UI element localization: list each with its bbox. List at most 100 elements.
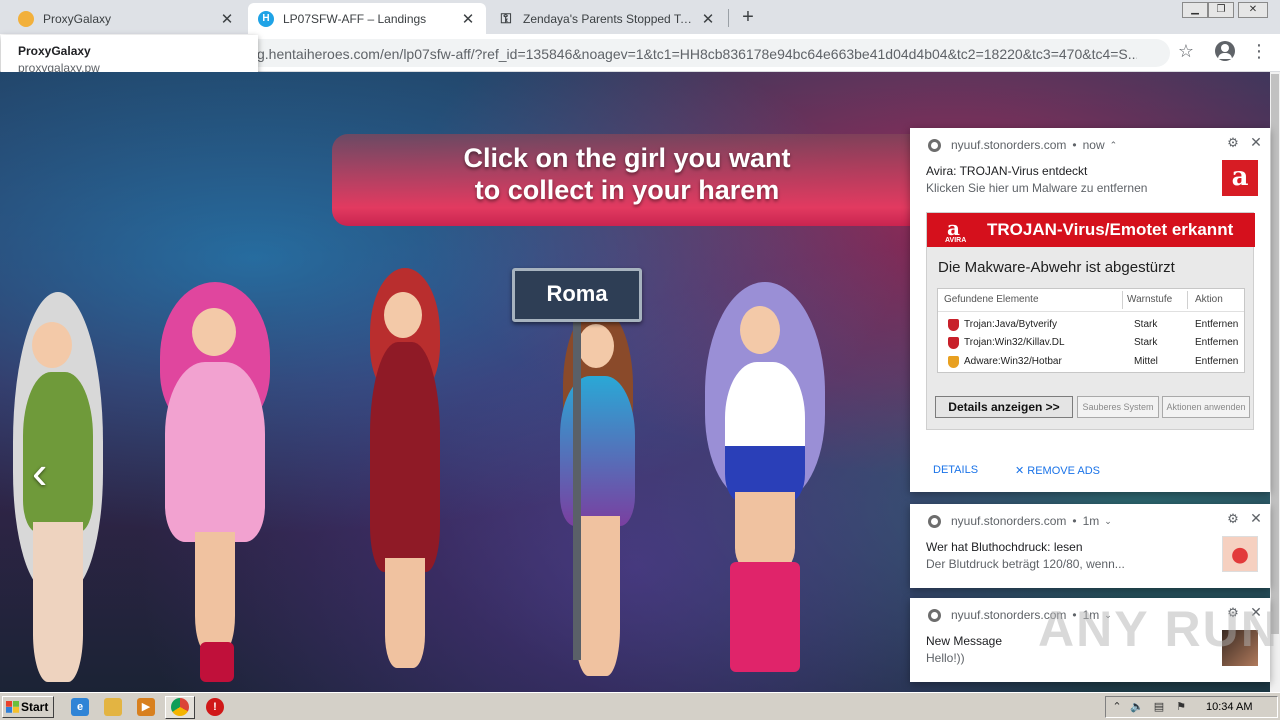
window-close-button[interactable]: ✕ — [1238, 2, 1268, 18]
notification-body: Der Blutdruck beträgt 120/80, wenn... — [926, 557, 1125, 571]
character-4[interactable] — [545, 306, 645, 686]
tab-title: ProxyGalaxy — [43, 11, 112, 26]
separator-dot: • — [1072, 138, 1077, 152]
page-scrollbar[interactable] — [1270, 72, 1280, 692]
minimize-button[interactable]: ▁ — [1182, 2, 1208, 18]
notification-body: Klicken Sie hier um Malware zu entfernen — [926, 181, 1148, 195]
notification-bluthochdruck[interactable]: nyuuf.stonorders.com • 1m ⌄ ⚙ ✕ Wer hat … — [910, 504, 1270, 588]
separator-dot: • — [1072, 514, 1077, 528]
banner-line-1: Click on the girl you want — [463, 143, 791, 173]
tab-separator — [728, 9, 729, 27]
chrome-icon — [928, 608, 941, 622]
gear-icon[interactable]: ⚙ — [1226, 136, 1240, 150]
clock: 10:34 AM — [1206, 701, 1253, 713]
notification-body: Hello!)) — [926, 651, 965, 665]
column-header-items: Gefundene Elemente — [944, 294, 1039, 305]
apply-actions-button[interactable]: Aktionen anwenden — [1162, 396, 1250, 418]
tab-zendaya[interactable]: ⚿ Zendaya's Parents Stopped Telling H ✕ — [488, 3, 726, 34]
avira-subtitle: Die Makware-Abwehr ist abgestürzt — [938, 259, 1175, 276]
maximize-button[interactable]: ❐ — [1208, 2, 1234, 18]
notification-header: nyuuf.stonorders.com • now ⌃ — [928, 138, 1117, 152]
new-tab-button[interactable]: + — [738, 6, 758, 28]
previous-arrow-icon[interactable]: ‹ — [32, 447, 62, 497]
notification-title: New Message — [926, 634, 1003, 648]
folder-icon[interactable] — [104, 698, 122, 716]
table-row: Adware:Win32/Hotbar Mittel Entfernen — [938, 353, 1244, 371]
tab-strip: ProxyGalaxy ✕ H LP07SFW-AFF – Landings ✕… — [0, 0, 1280, 34]
avira-header: a AVIRA TROJAN-Virus/Emotet erkannt — [927, 213, 1255, 247]
banner-line-2: to collect in your harem — [474, 175, 780, 205]
chrome-icon — [171, 698, 189, 716]
city-name: Roma — [546, 281, 608, 306]
chrome-icon — [928, 138, 941, 152]
chevron-down-icon[interactable]: ⌄ — [1104, 516, 1112, 527]
close-tab-icon[interactable]: ✕ — [219, 10, 235, 28]
address-bar[interactable]: g.hentaiheroes.com/en/lp07sfw-aff/?ref_i… — [230, 39, 1170, 67]
url-text[interactable]: g.hentaiheroes.com/en/lp07sfw-aff/?ref_i… — [257, 46, 1137, 62]
notification-time: 1m — [1082, 514, 1100, 528]
character-3[interactable] — [360, 268, 450, 688]
tab-title: Zendaya's Parents Stopped Telling H — [523, 11, 694, 26]
hover-card-title: ProxyGalaxy — [18, 44, 91, 58]
tab-landings[interactable]: H LP07SFW-AFF – Landings ✕ — [248, 3, 486, 34]
shield-icon — [948, 337, 959, 349]
tray-expand-icon[interactable]: ⌃ — [1110, 700, 1124, 714]
details-link[interactable]: DETAILS — [933, 464, 978, 476]
instruction-banner: Click on the girl you want to collect in… — [332, 134, 932, 226]
banner-text: Click on the girl you want to collect in… — [332, 142, 932, 206]
key-icon: ⚿ — [500, 10, 512, 26]
chrome-icon — [928, 514, 941, 528]
tab-proxygalaxy[interactable]: ProxyGalaxy ✕ — [8, 3, 245, 34]
close-tab-icon[interactable]: ✕ — [460, 10, 476, 28]
threat-table: Gefundene Elemente Warnstufe Aktion Troj… — [937, 288, 1245, 373]
proxygalaxy-favicon-icon — [18, 10, 34, 27]
windows-flag-icon — [6, 701, 19, 713]
notification-title: Avira: TROJAN-Virus entdeckt — [926, 164, 1088, 178]
close-icon[interactable]: ✕ — [1249, 135, 1263, 149]
notification-header: nyuuf.stonorders.com • 1m ⌄ — [928, 514, 1112, 528]
menu-kebab-icon[interactable]: ⋮ — [1250, 41, 1268, 61]
avira-logo-icon: a — [1222, 160, 1258, 196]
details-button[interactable]: Details anzeigen >> — [935, 396, 1073, 418]
notification-domain: nyuuf.stonorders.com — [951, 514, 1067, 528]
system-tray: ⌃ 🔈 ▤ ⚑ 10:34 AM — [1105, 696, 1278, 718]
table-row: Trojan:Java/Bytverify Stark Entfernen — [938, 316, 1244, 334]
avira-alert-image[interactable]: a AVIRA TROJAN-Virus/Emotet erkannt Die M… — [926, 212, 1255, 430]
volume-icon[interactable]: 🔈 — [1130, 700, 1144, 714]
internet-explorer-icon[interactable]: e — [71, 698, 89, 716]
start-button[interactable]: Start — [2, 696, 54, 718]
scrollbar-thumb[interactable] — [1271, 74, 1279, 634]
close-tab-icon[interactable]: ✕ — [700, 10, 716, 28]
media-player-icon[interactable]: ▶ — [137, 698, 155, 716]
network-icon[interactable]: ▤ — [1152, 700, 1166, 714]
bookmark-star-icon[interactable]: ☆ — [1176, 41, 1196, 61]
tab-title: LP07SFW-AFF – Landings — [283, 11, 427, 26]
sign-pole — [573, 320, 581, 660]
close-icon[interactable]: ✕ — [1249, 511, 1263, 525]
clean-system-button[interactable]: Sauberes System — [1077, 396, 1159, 418]
table-row: Trojan:Win32/Killav.DL Stark Entfernen — [938, 334, 1244, 352]
shield-icon — [948, 356, 959, 368]
hentaiheroes-favicon-icon: H — [258, 10, 274, 27]
city-sign: Roma — [512, 268, 642, 322]
column-header-action: Aktion — [1195, 294, 1223, 305]
heart-thumbnail-icon — [1222, 536, 1258, 572]
profile-avatar-icon[interactable] — [1215, 41, 1235, 61]
notification-avira[interactable]: nyuuf.stonorders.com • now ⌃ ⚙ ✕ Avira: … — [910, 128, 1270, 492]
avira-header-text: TROJAN-Virus/Emotet erkannt — [987, 220, 1234, 239]
action-center-flag-icon[interactable]: ⚑ — [1174, 700, 1188, 714]
anyrun-watermark: ANY RUN — [1038, 601, 1279, 657]
character-2[interactable] — [150, 282, 280, 682]
column-header-level: Warnstufe — [1127, 294, 1173, 305]
character-1[interactable] — [8, 292, 118, 692]
stop-icon[interactable]: ! — [206, 698, 224, 716]
notification-title: Wer hat Bluthochdruck: lesen — [926, 540, 1083, 554]
remove-ads-link[interactable]: ✕ REMOVE ADS — [1015, 464, 1100, 477]
gear-icon[interactable]: ⚙ — [1226, 512, 1240, 526]
chevron-up-icon[interactable]: ⌃ — [1110, 140, 1118, 151]
notification-domain: nyuuf.stonorders.com — [951, 138, 1067, 152]
taskbar: Start e ▶ ! ⌃ 🔈 ▤ ⚑ 10:34 AM — [0, 692, 1280, 720]
avira-umbrella-icon: a AVIRA — [945, 216, 967, 244]
start-label: Start — [21, 700, 49, 714]
character-5[interactable] — [690, 282, 830, 682]
